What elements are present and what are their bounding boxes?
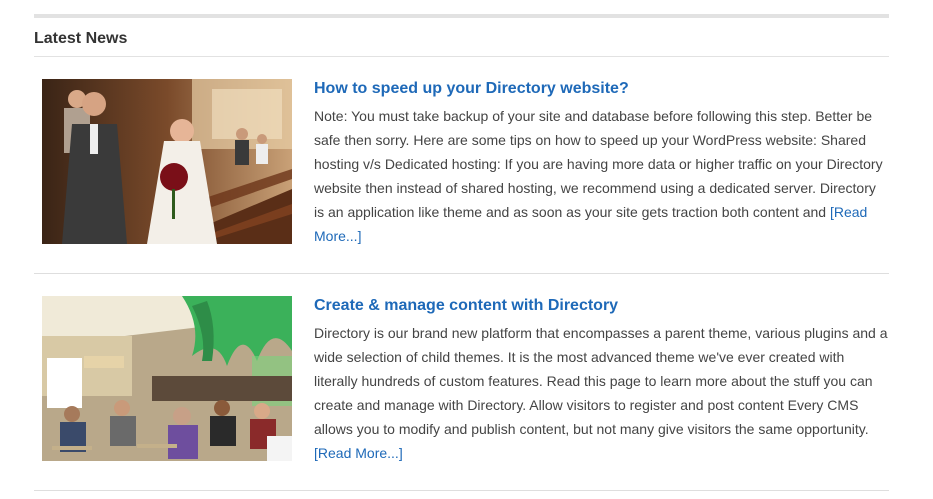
post-body: How to speed up your Directory website? … (314, 79, 889, 248)
post-thumbnail-wedding[interactable] (42, 79, 292, 244)
widget-title: Latest News (34, 18, 889, 57)
post-excerpt-text: Note: You must take backup of your site … (314, 108, 883, 220)
news-item: How to speed up your Directory website? … (34, 57, 889, 274)
classroom-event-image (42, 296, 292, 461)
post-excerpt: Directory is our brand new platform that… (314, 321, 889, 465)
news-item: Create & manage content with Directory D… (34, 274, 889, 491)
post-body: Create & manage content with Directory D… (314, 296, 889, 465)
post-thumbnail-classroom[interactable] (42, 296, 292, 461)
post-title-link[interactable]: How to speed up your Directory website? (314, 79, 889, 99)
wedding-photo-image (42, 79, 292, 244)
post-excerpt-text: Directory is our brand new platform that… (314, 325, 888, 437)
read-more-link[interactable]: [Read More...] (314, 445, 403, 461)
post-title-link[interactable]: Create & manage content with Directory (314, 296, 889, 316)
post-excerpt: Note: You must take backup of your site … (314, 104, 889, 248)
latest-news-widget: Latest News How to speed up your Directo… (34, 14, 889, 491)
